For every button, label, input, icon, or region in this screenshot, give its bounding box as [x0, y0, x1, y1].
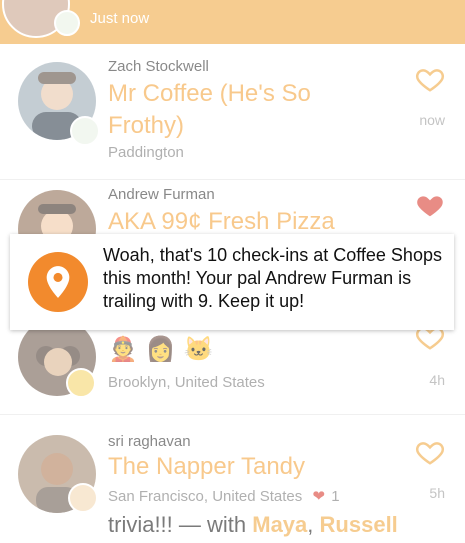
notification-toast[interactable]: Woah, that's 10 check-ins at Coffee Shop… — [10, 234, 454, 330]
location-pin-icon — [28, 252, 88, 312]
pin-glyph-icon — [46, 266, 70, 298]
notification-text: Woah, that's 10 check-ins at Coffee Shop… — [103, 245, 442, 311]
